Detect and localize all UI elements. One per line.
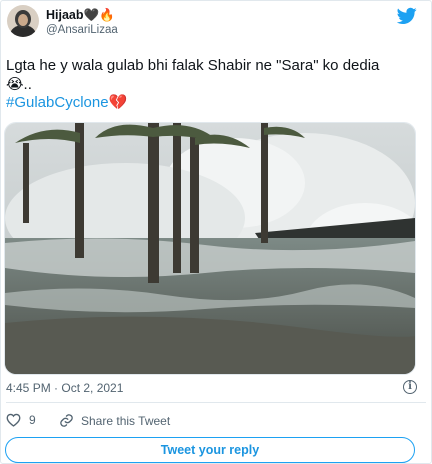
reply-button-label: Tweet your reply [160, 443, 260, 457]
avatar[interactable] [7, 5, 39, 37]
author-handle[interactable]: @AnsariLizaa [46, 24, 118, 36]
tweet-text-suffix: .. [23, 76, 32, 93]
share-tweet-label: Share this Tweet [81, 413, 171, 428]
tweet-text-line-2: 😭.. [6, 75, 416, 94]
share-tweet-button[interactable]: Share this Tweet [59, 413, 170, 428]
crying-emoji: 😭 [6, 75, 24, 93]
author-name[interactable]: Hijaab🖤🔥 [46, 7, 115, 23]
cyclone-waves-photo [5, 123, 415, 374]
hashtag-text: #GulabCyclone [6, 94, 109, 111]
twitter-bird-icon[interactable] [396, 7, 417, 25]
info-icon[interactable]: i [403, 380, 417, 394]
name-emojis: 🖤🔥 [83, 7, 115, 22]
tweet-your-reply-button[interactable]: Tweet your reply [5, 437, 415, 463]
avatar-image [7, 5, 39, 37]
tweet-media-image[interactable] [4, 122, 416, 375]
broken-heart-emoji: 💔 [108, 93, 128, 111]
tweet-text: Lgta he y wala gulab bhi falak Shabir ne… [6, 57, 416, 94]
heart-icon [6, 413, 21, 427]
like-count: 9 [29, 413, 36, 427]
hashtag-link[interactable]: #GulabCyclone💔 [6, 93, 127, 111]
tweet-text-line-1: Lgta he y wala gulab bhi falak Shabir ne… [6, 57, 380, 74]
tweet-timestamp[interactable]: 4:45 PM · Oct 2, 2021 [6, 381, 123, 395]
like-button[interactable]: 9 [6, 413, 36, 427]
divider [6, 402, 426, 403]
display-name: Hijaab [46, 8, 84, 22]
tweet-card: Hijaab🖤🔥 @AnsariLizaa Lgta he y wala gul… [0, 0, 432, 464]
link-icon [60, 414, 73, 427]
